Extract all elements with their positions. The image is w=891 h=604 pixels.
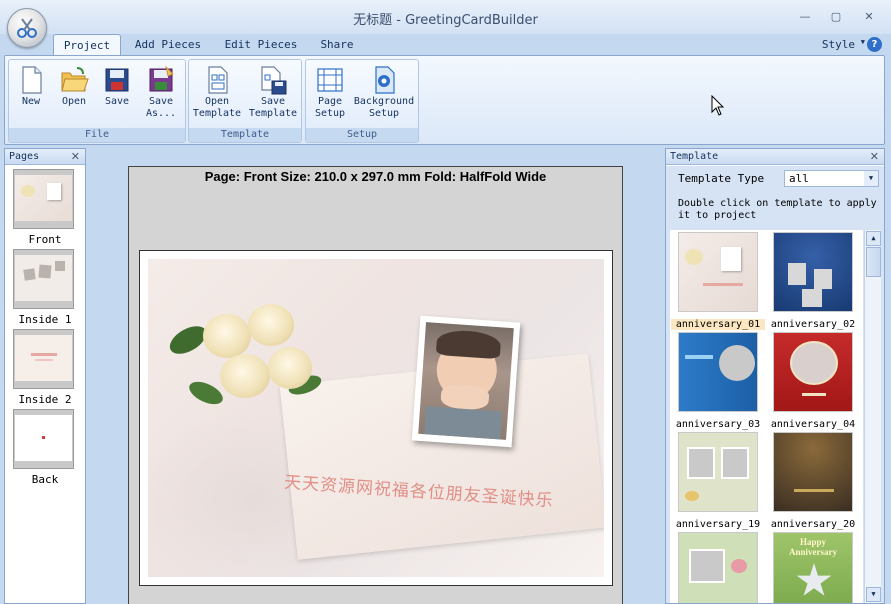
save-as-icon (149, 65, 174, 92)
page-thumb-inside-1[interactable] (13, 249, 74, 309)
scroll-down-icon[interactable]: ▼ (866, 587, 881, 602)
page-label-inside-1: Inside 1 (18, 313, 72, 326)
pages-panel-header: Pages ✕ (5, 149, 85, 165)
page-label-inside-2: Inside 2 (18, 393, 72, 406)
open-folder-icon (61, 67, 89, 92)
page-setup-icon (317, 68, 343, 92)
template-scrollbar[interactable]: ▲ ▼ (864, 230, 881, 603)
template-name: anniversary_19 (675, 519, 761, 530)
template-card-text: Happy Anniversary (789, 537, 837, 557)
chevron-down-icon[interactable]: ▼ (864, 171, 878, 186)
roses-image (165, 299, 324, 429)
open-template-icon (208, 66, 228, 94)
tab-project[interactable]: Project (53, 34, 121, 57)
template-name: anniversary_03 (675, 419, 761, 430)
background-setup-button[interactable]: Background Setup (352, 64, 416, 120)
new-file-icon (22, 66, 42, 94)
canvas-area: Page: Front Size: 210.0 x 297.0 mm Fold:… (88, 148, 662, 604)
save-disk-icon (105, 68, 129, 92)
page-info: Page: Front Size: 210.0 x 297.0 mm Fold:… (204, 169, 547, 184)
template-type-label: Template Type (678, 172, 765, 185)
template-name: anniversary_20 (770, 519, 856, 530)
app-menu-button[interactable] (7, 8, 47, 48)
template-group-label: Template (189, 128, 301, 142)
page-canvas: Page: Front Size: 210.0 x 297.0 mm Fold:… (128, 166, 623, 604)
maximize-button[interactable]: ▢ (827, 9, 845, 25)
page-thumb-back[interactable] (13, 409, 74, 469)
template-panel-title: Template (670, 151, 719, 162)
file-group-label: File (9, 128, 185, 142)
page-label-back: Back (31, 473, 59, 486)
page-thumb-inside-2[interactable] (13, 329, 74, 389)
scrollbar-thumb[interactable] (866, 247, 881, 277)
save-button[interactable]: Save (101, 64, 133, 108)
template-name: anniversary_02 (770, 319, 856, 330)
page-label-front: Front (28, 233, 62, 246)
template-panel-header: Template ✕ (666, 149, 884, 165)
page-thumb-front[interactable] (13, 169, 74, 229)
scroll-up-icon[interactable]: ▲ (866, 231, 881, 246)
scissors-icon (17, 18, 37, 38)
ribbon: New Open Save Save As... File Open Templ… (4, 55, 885, 145)
open-button[interactable]: Open (57, 64, 91, 108)
template-group: Open Template Save Template Template (188, 59, 302, 143)
ribbon-tabs: Project Add Pieces Edit Pieces Share Sty… (0, 34, 891, 57)
template-panel-body: Template Type all ▼ Double click on temp… (666, 166, 884, 603)
title-bar: 无标题 - GreetingCardBuilder — ▢ ✕ (0, 0, 891, 34)
template-panel: Template ✕ Template Type all ▼ Double cl… (665, 148, 885, 604)
pages-panel-title: Pages (9, 151, 40, 162)
page-setup-button[interactable]: Page Setup (310, 64, 350, 120)
template-name: anniversary_04 (770, 419, 856, 430)
tab-add-pieces[interactable]: Add Pieces (128, 34, 208, 56)
open-template-button[interactable]: Open Template (192, 64, 242, 120)
style-menu[interactable]: Style (822, 38, 855, 51)
save-template-button[interactable]: Save Template (247, 64, 299, 120)
template-name: anniversary_01 (671, 319, 765, 330)
setup-group: Page Setup Background Setup Setup (305, 59, 419, 143)
tab-share[interactable]: Share (314, 34, 360, 56)
setup-group-label: Setup (306, 128, 418, 142)
close-button[interactable]: ✕ (860, 9, 878, 25)
tab-edit-pieces[interactable]: Edit Pieces (218, 34, 304, 56)
background-setup-icon (375, 66, 395, 94)
template-type-value: all (789, 172, 809, 185)
minimize-button[interactable]: — (796, 9, 814, 25)
child-portrait-frame[interactable] (411, 315, 521, 448)
card-background-photo[interactable]: 天天资源网祝福各位朋友圣诞快乐 (148, 259, 604, 577)
template-type-select[interactable]: all ▼ (784, 170, 879, 187)
file-group: New Open Save Save As... File (8, 59, 186, 143)
template-grid: anniversary_01 anniversary_02 anniversar… (670, 230, 863, 603)
pages-panel: Pages ✕ Front Inside 1 Inside 2 Back (4, 148, 86, 604)
template-hint: Double click on template to apply it to … (678, 198, 877, 221)
save-template-icon (261, 66, 287, 95)
window-title: 无标题 - GreetingCardBuilder (353, 13, 538, 28)
save-as-button[interactable]: Save As... (141, 64, 181, 120)
chevron-down-icon[interactable]: ▼ (861, 38, 865, 46)
help-icon[interactable]: ? (867, 37, 882, 52)
card-front[interactable]: 天天资源网祝福各位朋友圣诞快乐 (139, 250, 613, 586)
close-icon[interactable]: ✕ (870, 149, 879, 165)
close-icon[interactable]: ✕ (71, 149, 80, 165)
new-button[interactable]: New (15, 64, 47, 108)
mouse-cursor-icon (711, 95, 725, 116)
app-window: 无标题 - GreetingCardBuilder — ▢ ✕ Project … (0, 0, 891, 604)
